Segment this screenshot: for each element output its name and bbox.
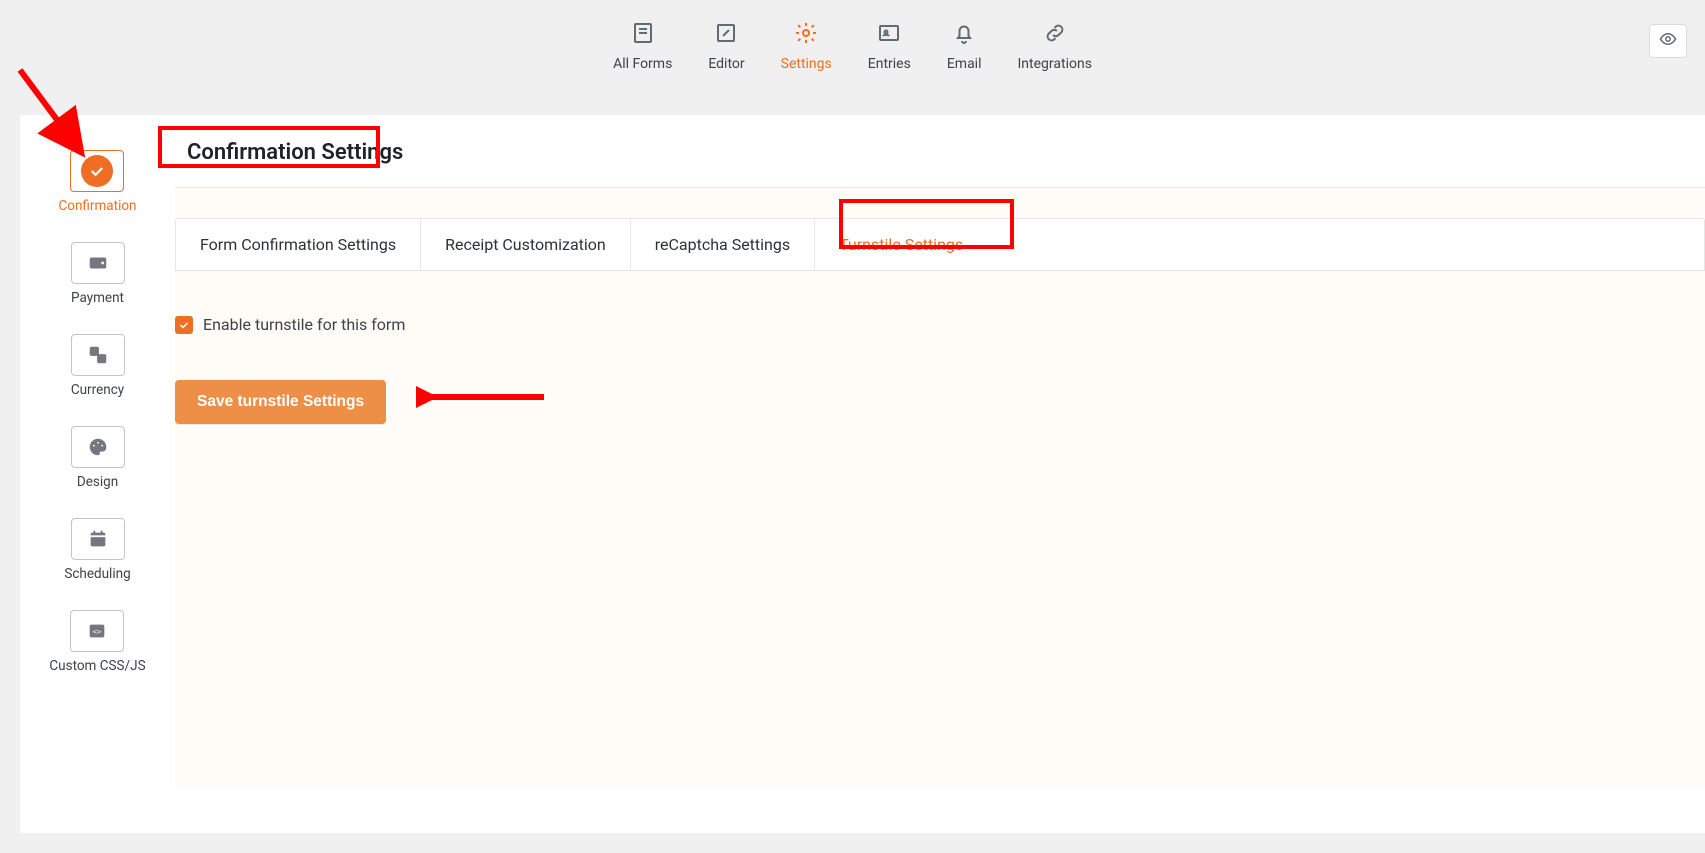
document-icon bbox=[628, 18, 658, 48]
page-title: Confirmation Settings bbox=[175, 115, 1705, 187]
nav-label: Settings bbox=[781, 56, 832, 72]
nav-integrations[interactable]: Integrations bbox=[1018, 18, 1092, 72]
nav-label: Integrations bbox=[1018, 56, 1092, 72]
sidebar-item-design[interactable]: Design bbox=[71, 426, 125, 490]
palette-icon bbox=[71, 426, 125, 468]
settings-sidebar: Confirmation Payment Currency Design Sch… bbox=[20, 115, 175, 833]
check-circle-icon bbox=[81, 155, 113, 187]
enable-turnstile-checkbox[interactable] bbox=[175, 316, 193, 334]
nav-all-forms[interactable]: All Forms bbox=[613, 18, 672, 72]
tab-recaptcha[interactable]: reCaptcha Settings bbox=[631, 219, 815, 270]
nav-email[interactable]: Email bbox=[947, 18, 982, 72]
sidebar-item-custom-css-js[interactable]: <> Custom CSS/JS bbox=[49, 610, 145, 674]
gear-icon bbox=[791, 18, 821, 48]
sidebar-item-label: Payment bbox=[71, 290, 124, 306]
calendar-icon bbox=[71, 518, 125, 560]
content-area: Confirmation Settings Form Confirmation … bbox=[175, 115, 1705, 833]
sidebar-item-label: Currency bbox=[71, 382, 124, 398]
sidebar-item-scheduling[interactable]: Scheduling bbox=[64, 518, 130, 582]
eye-icon bbox=[1659, 30, 1677, 52]
sidebar-item-confirmation[interactable]: Confirmation bbox=[58, 150, 136, 214]
nav-label: All Forms bbox=[613, 56, 672, 72]
settings-panel: Form Confirmation Settings Receipt Custo… bbox=[175, 187, 1705, 787]
code-icon: <> bbox=[70, 610, 124, 652]
svg-text:<>: <> bbox=[93, 627, 102, 636]
save-turnstile-button[interactable]: Save turnstile Settings bbox=[175, 380, 386, 424]
sidebar-item-label: Confirmation bbox=[58, 198, 136, 214]
nav-label: Email bbox=[947, 56, 982, 72]
preview-button[interactable] bbox=[1649, 24, 1687, 58]
enable-turnstile-label: Enable turnstile for this form bbox=[203, 315, 405, 334]
pencil-square-icon bbox=[711, 18, 741, 48]
nav-label: Entries bbox=[868, 56, 911, 72]
sidebar-item-label: Scheduling bbox=[64, 566, 130, 582]
tab-turnstile[interactable]: Turnstile Settings bbox=[815, 219, 987, 270]
link-icon bbox=[1040, 18, 1070, 48]
nav-settings[interactable]: Settings bbox=[781, 18, 832, 72]
sidebar-item-label: Custom CSS/JS bbox=[49, 658, 145, 674]
bell-icon bbox=[949, 18, 979, 48]
top-nav: All Forms Editor Settings Entries Email bbox=[0, 0, 1705, 115]
tab-form-confirmation[interactable]: Form Confirmation Settings bbox=[176, 219, 421, 270]
wallet-icon bbox=[71, 242, 125, 284]
main-panel: Confirmation Payment Currency Design Sch… bbox=[20, 115, 1705, 833]
sidebar-item-payment[interactable]: Payment bbox=[71, 242, 125, 306]
sidebar-item-currency[interactable]: Currency bbox=[71, 334, 125, 398]
settings-tabs: Form Confirmation Settings Receipt Custo… bbox=[175, 218, 1705, 271]
sidebar-item-label: Design bbox=[77, 474, 118, 490]
tab-receipt-customization[interactable]: Receipt Customization bbox=[421, 219, 631, 270]
nav-entries[interactable]: Entries bbox=[868, 18, 911, 72]
nav-label: Editor bbox=[708, 56, 744, 72]
translate-icon bbox=[71, 334, 125, 376]
nav-editor[interactable]: Editor bbox=[708, 18, 744, 72]
contact-card-icon bbox=[874, 18, 904, 48]
